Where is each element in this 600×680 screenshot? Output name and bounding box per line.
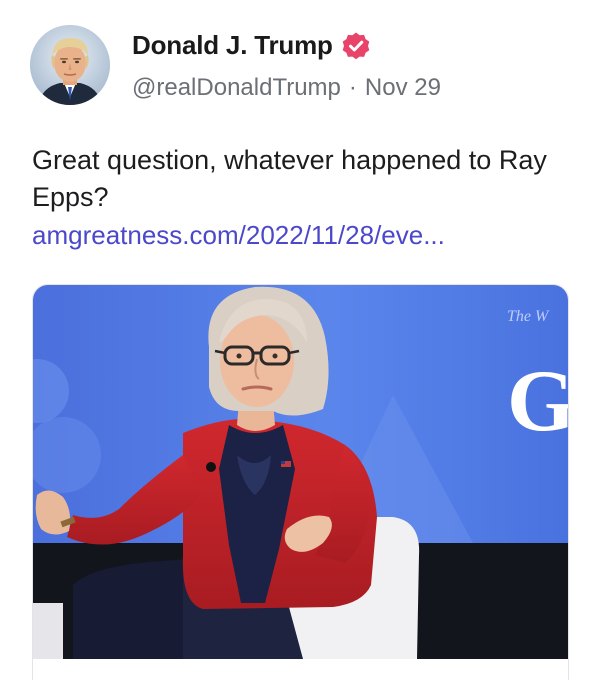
backdrop-big-letter: G [507,353,569,450]
social-post: Donald J. Trump @realDonaldTrump · Nov 29 … [0,0,600,680]
author-handle[interactable]: @realDonaldTrump [132,74,341,101]
link-preview-card[interactable]: The W G [32,284,569,680]
avatar-image [30,25,110,105]
post-date[interactable]: Nov 29 [365,74,441,101]
post-text: Great question, whatever happened to Ray… [32,145,547,212]
display-name-text: Donald J. Trump [132,30,333,60]
preview-image[interactable]: The W G [33,285,569,659]
author-display-name[interactable]: Donald J. Trump [132,30,371,61]
author-handle-line: @realDonaldTrump · Nov 29 [132,74,441,102]
post-link[interactable]: amgreatness.com/2022/11/28/eve... [32,220,445,251]
verified-badge-icon [341,31,371,61]
separator-dot: · [348,74,357,101]
backdrop-small-text: The W [507,308,550,325]
author-avatar[interactable] [30,25,110,105]
